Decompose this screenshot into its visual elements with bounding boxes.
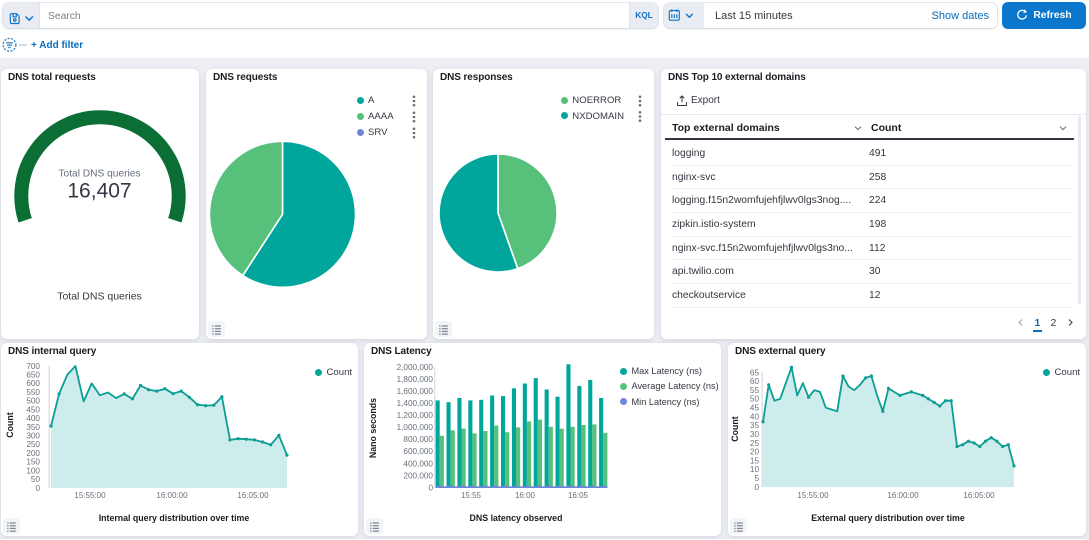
- svg-text:50: 50: [31, 475, 41, 484]
- svg-text:2,000,000: 2,000,000: [397, 363, 434, 372]
- svg-text:550: 550: [26, 388, 40, 397]
- svg-text:700: 700: [26, 362, 40, 371]
- svg-text:10: 10: [750, 465, 760, 474]
- svg-text:20: 20: [750, 448, 760, 457]
- svg-text:15:55:00: 15:55:00: [797, 491, 829, 500]
- svg-text:16:05:00: 16:05:00: [963, 491, 995, 500]
- svg-text:16:05: 16:05: [568, 491, 589, 500]
- svg-text:15:55: 15:55: [461, 491, 482, 500]
- svg-text:Total DNS queries: Total DNS queries: [57, 291, 142, 303]
- svg-text:1,000,000: 1,000,000: [397, 423, 434, 432]
- svg-text:35: 35: [750, 421, 760, 430]
- svg-text:Count: Count: [730, 416, 740, 441]
- svg-text:650: 650: [26, 371, 40, 380]
- svg-text:55: 55: [750, 386, 760, 395]
- svg-text:200,000: 200,000: [403, 471, 433, 480]
- svg-text:16,407: 16,407: [67, 180, 131, 203]
- svg-text:450: 450: [26, 405, 40, 414]
- svg-text:400: 400: [26, 414, 40, 423]
- svg-text:16:00:00: 16:00:00: [887, 491, 919, 500]
- svg-text:Total DNS queries: Total DNS queries: [58, 169, 140, 180]
- svg-text:200: 200: [26, 449, 40, 458]
- svg-text:50: 50: [750, 395, 760, 404]
- svg-text:1,200,000: 1,200,000: [397, 411, 434, 420]
- svg-text:100: 100: [26, 466, 40, 475]
- svg-text:25: 25: [750, 439, 760, 448]
- svg-text:Internal query distribution ov: Internal query distribution over time: [99, 513, 250, 523]
- svg-text:1,400,000: 1,400,000: [397, 399, 434, 408]
- svg-text:40: 40: [750, 412, 760, 421]
- svg-text:250: 250: [26, 440, 40, 449]
- svg-text:15: 15: [750, 456, 760, 465]
- svg-text:16:00:00: 16:00:00: [156, 491, 188, 500]
- svg-text:300: 300: [26, 432, 40, 441]
- svg-text:1,600,000: 1,600,000: [397, 387, 434, 396]
- svg-text:0: 0: [754, 483, 759, 492]
- svg-text:150: 150: [26, 458, 40, 467]
- svg-text:Count: Count: [5, 412, 15, 437]
- svg-text:External query distribution ov: External query distribution over time: [811, 513, 965, 523]
- svg-text:600: 600: [26, 379, 40, 388]
- svg-text:65: 65: [750, 368, 760, 377]
- svg-text:0: 0: [35, 484, 40, 493]
- svg-text:16:05:00: 16:05:00: [237, 491, 269, 500]
- svg-text:0: 0: [428, 483, 433, 492]
- svg-text:15:55:00: 15:55:00: [74, 491, 106, 500]
- svg-text:45: 45: [750, 404, 760, 413]
- svg-text:400,000: 400,000: [403, 459, 433, 468]
- svg-text:500: 500: [26, 397, 40, 406]
- svg-text:350: 350: [26, 423, 40, 432]
- svg-text:1,800,000: 1,800,000: [397, 375, 434, 384]
- svg-text:60: 60: [750, 377, 760, 386]
- svg-text:5: 5: [754, 474, 759, 483]
- svg-text:800,000: 800,000: [403, 435, 433, 444]
- svg-text:DNS latency observed: DNS latency observed: [470, 513, 563, 523]
- svg-text:Nano seconds: Nano seconds: [368, 398, 378, 458]
- svg-text:600,000: 600,000: [403, 447, 433, 456]
- svg-text:16:00: 16:00: [515, 491, 536, 500]
- svg-text:30: 30: [750, 430, 760, 439]
